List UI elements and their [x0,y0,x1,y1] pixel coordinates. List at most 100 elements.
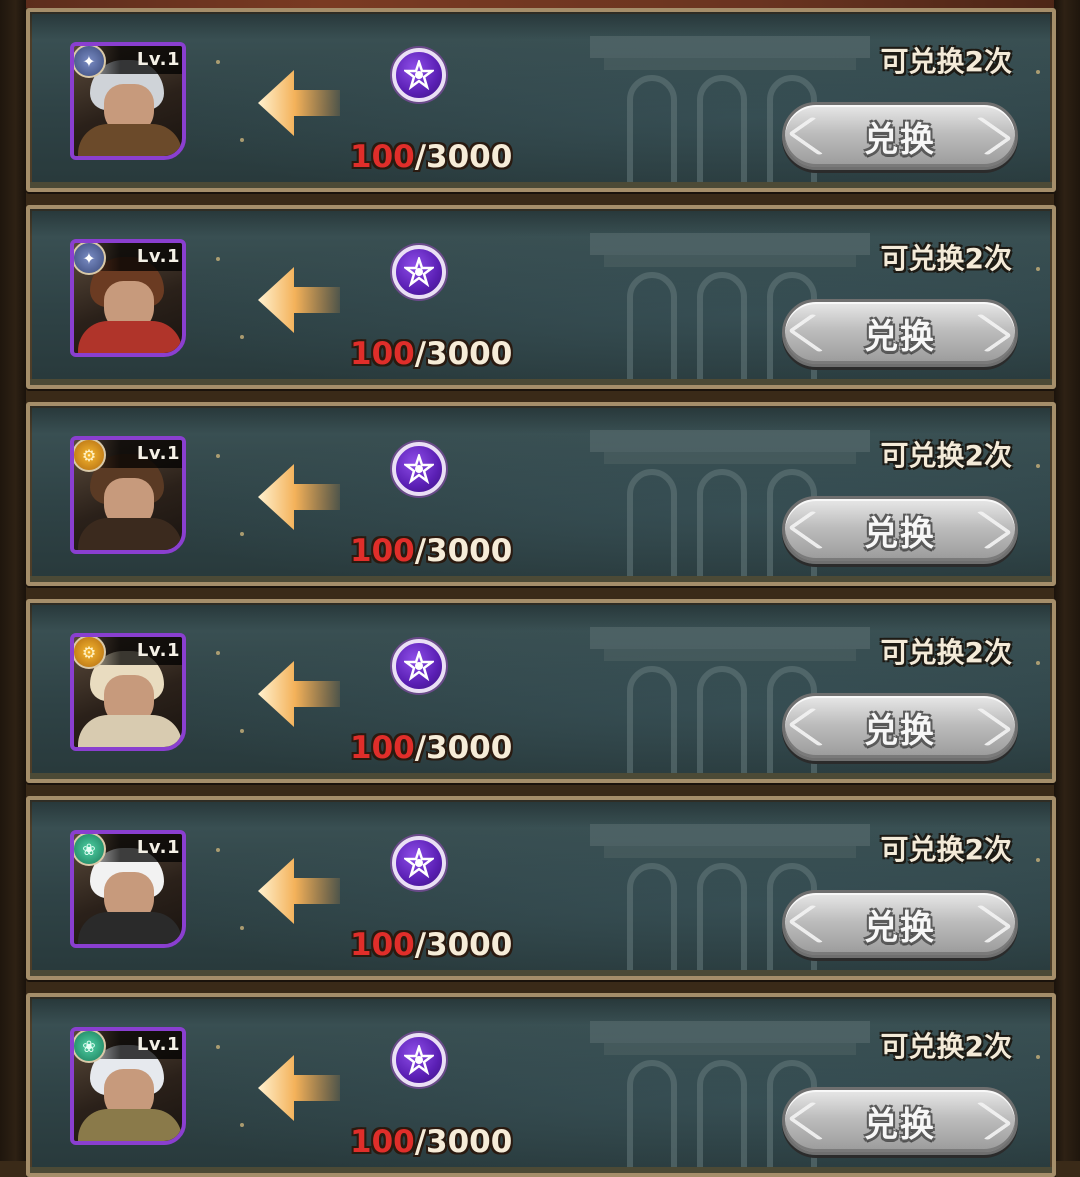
hero-portrait[interactable]: Lv.1 ⚙ [70,633,186,751]
sparkle-decoration [216,651,220,655]
remaining-exchanges-label: 可兑换2次 [880,636,1012,669]
exchange-button-label: 兑换 [864,907,936,948]
shard-progress-required: 3000 [426,336,513,372]
exchange-button[interactable]: 兑换 [782,693,1018,761]
sun-star-icon: ✦ [74,46,106,78]
hero-portrait[interactable]: Lv.1 ❀ [70,830,186,948]
exchange-button[interactable]: 兑换 [782,299,1018,367]
sparkle-decoration [240,729,244,733]
sparkle-decoration [240,335,244,339]
shard-progress-separator: / [414,533,427,569]
hero-portrait[interactable]: Lv.1 ✦ [70,42,186,160]
sparkle-decoration [216,60,220,64]
exchange-row-5: Lv.1 ❀ 100/3000 可兑换2次 兑换 [26,796,1056,980]
shard-progress: 100/3000 [348,139,514,175]
hero-body [78,912,182,944]
hero-body [78,518,182,550]
sparkle-decoration [1036,661,1040,665]
arrow-left-icon [258,267,340,333]
hero-level-label: Lv.1 [136,49,180,70]
sparkle-decoration [216,1045,220,1049]
shard-progress-current: 100 [350,927,415,963]
shard-progress-current: 100 [350,1124,415,1160]
arrow-left-icon [258,464,340,530]
leaf-emblem-icon: ❀ [74,834,106,866]
hero-exchange-list: Lv.1 ✦ 100/3000 可兑换2次 兑换 Lv.1 ✦ 100/3000… [0,0,1080,1177]
exchange-button[interactable]: 兑换 [782,496,1018,564]
exchange-button[interactable]: 兑换 [782,102,1018,170]
hero-body [78,715,182,747]
sun-star-icon: ✦ [74,243,106,275]
shard-progress-required: 3000 [426,533,513,569]
soul-stone-icon [392,1033,446,1087]
sparkle-decoration [216,848,220,852]
sparkle-decoration [1036,858,1040,862]
shard-progress-current: 100 [350,336,415,372]
arrow-left-icon [258,70,340,136]
exchange-button-label: 兑换 [864,513,936,554]
remaining-exchanges-label: 可兑换2次 [880,833,1012,866]
exchange-button-label: 兑换 [864,1104,936,1145]
remaining-exchanges-label: 可兑换2次 [880,1030,1012,1063]
shard-progress-separator: / [414,336,427,372]
soul-stone-icon [392,245,446,299]
sparkle-decoration [216,454,220,458]
sparkle-decoration [240,532,244,536]
arrow-left-icon [258,661,340,727]
shard-progress-separator: / [414,730,427,766]
exchange-row-1: Lv.1 ✦ 100/3000 可兑换2次 兑换 [26,8,1056,192]
hero-portrait[interactable]: Lv.1 ⚙ [70,436,186,554]
hero-level-label: Lv.1 [136,1034,180,1055]
hero-portrait[interactable]: Lv.1 ❀ [70,1027,186,1145]
soul-stone-icon [392,836,446,890]
soul-stone-icon [392,48,446,102]
hero-level-label: Lv.1 [136,246,180,267]
shard-progress-required: 3000 [426,730,513,766]
arrow-left-icon [258,1055,340,1121]
hero-level-label: Lv.1 [136,443,180,464]
sparkle-decoration [240,926,244,930]
exchange-row-2: Lv.1 ✦ 100/3000 可兑换2次 兑换 [26,205,1056,389]
shard-progress-current: 100 [350,730,415,766]
shard-progress: 100/3000 [348,730,514,766]
exchange-row-3: Lv.1 ⚙ 100/3000 可兑换2次 兑换 [26,402,1056,586]
shard-progress-required: 3000 [426,139,513,175]
remaining-exchanges-label: 可兑换2次 [880,439,1012,472]
shard-progress: 100/3000 [348,927,514,963]
hero-body [78,124,182,156]
gear-emblem-icon: ⚙ [74,440,106,472]
exchange-button[interactable]: 兑换 [782,1087,1018,1155]
leaf-emblem-icon: ❀ [74,1031,106,1063]
sparkle-decoration [1036,267,1040,271]
hero-portrait[interactable]: Lv.1 ✦ [70,239,186,357]
shard-progress: 100/3000 [348,1124,514,1160]
shard-progress-current: 100 [350,533,415,569]
exchange-button-label: 兑换 [864,710,936,751]
remaining-exchanges-label: 可兑换2次 [880,45,1012,78]
exchange-button-label: 兑换 [864,316,936,357]
shard-progress-separator: / [414,927,427,963]
shard-progress: 100/3000 [348,533,514,569]
sparkle-decoration [216,257,220,261]
sparkle-decoration [240,138,244,142]
shard-progress: 100/3000 [348,336,514,372]
shard-progress-required: 3000 [426,927,513,963]
hero-level-label: Lv.1 [136,640,180,661]
shard-progress-required: 3000 [426,1124,513,1160]
sparkle-decoration [240,1123,244,1127]
arrow-left-icon [258,858,340,924]
shard-progress-separator: / [414,139,427,175]
sparkle-decoration [1036,464,1040,468]
sparkle-decoration [1036,70,1040,74]
shard-progress-current: 100 [350,139,415,175]
exchange-row-4: Lv.1 ⚙ 100/3000 可兑换2次 兑换 [26,599,1056,783]
exchange-button-label: 兑换 [864,119,936,160]
remaining-exchanges-label: 可兑换2次 [880,242,1012,275]
exchange-row-6: Lv.1 ❀ 100/3000 可兑换2次 兑换 [26,993,1056,1177]
sparkle-decoration [1036,1055,1040,1059]
exchange-button[interactable]: 兑换 [782,890,1018,958]
shard-progress-separator: / [414,1124,427,1160]
soul-stone-icon [392,639,446,693]
gear-emblem-icon: ⚙ [74,637,106,669]
hero-body [78,321,182,353]
